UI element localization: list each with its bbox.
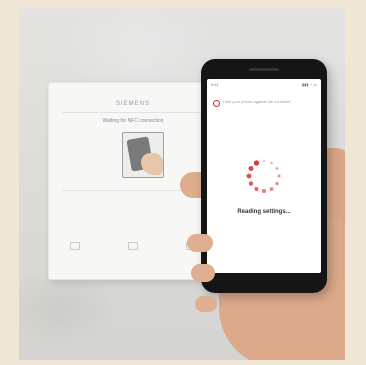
spinner-dot: [270, 161, 273, 165]
spinner-dot: [262, 189, 266, 193]
finger-index: [187, 234, 213, 252]
photo-frame: SIEMENS Waiting for NFC connection 9:41 …: [19, 8, 345, 360]
controller-brand: SIEMENS: [115, 101, 150, 107]
controller-button-left[interactable]: [70, 242, 80, 250]
spinner-dot: [254, 186, 259, 192]
status-time: 9:41: [211, 82, 219, 87]
status-icons: ▮▮▮ ◔ ▭: [301, 82, 317, 87]
controller-button-middle[interactable]: [128, 242, 138, 250]
finger-middle: [191, 264, 215, 282]
smartphone: 9:41 ▮▮▮ ◔ ▭ Hold your phone against the…: [201, 59, 327, 293]
nfc-prompt: Hold your phone against the controller: [213, 99, 315, 113]
spinner-dot: [246, 173, 252, 179]
spinner-dot: [253, 160, 260, 166]
tap-hand-icon: [141, 153, 163, 175]
phone-speaker: [249, 68, 279, 71]
controller-message: Waiting for NFC connection: [102, 118, 164, 124]
reading-status: Reading settings...: [237, 209, 291, 215]
nfc-tap-illustration-icon: [122, 132, 164, 178]
spinner-dot: [248, 181, 254, 186]
nfc-prompt-text: Hold your phone against the controller: [223, 99, 291, 104]
phone-screen: 9:41 ▮▮▮ ◔ ▭ Hold your phone against the…: [207, 79, 321, 273]
loading-spinner-icon: [246, 159, 281, 193]
spinner-dot: [275, 181, 279, 186]
spinner-dot: [275, 167, 279, 170]
spinner-dot: [262, 159, 266, 163]
status-bar: 9:41 ▮▮▮ ◔ ▭: [211, 82, 317, 88]
spinner-dot: [277, 174, 281, 178]
info-icon: [213, 100, 220, 107]
spinner-dot: [248, 165, 254, 172]
spinner-dot: [269, 187, 274, 191]
controller-divider-top: [62, 112, 204, 113]
finger-ring: [195, 296, 217, 312]
